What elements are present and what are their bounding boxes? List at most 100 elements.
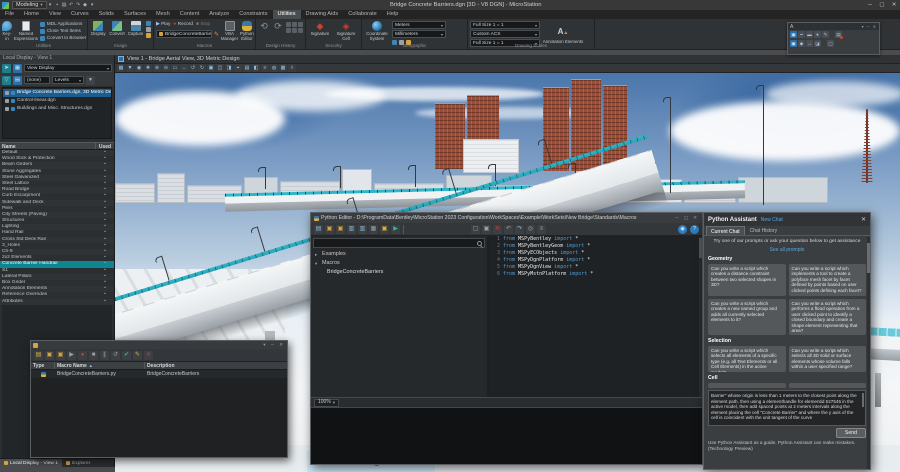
view-tool-icon[interactable]: ◧	[252, 64, 260, 72]
prompt-card[interactable]: Can you write a script which selects all…	[708, 346, 786, 372]
quick-access-icon[interactable]: ◆	[82, 2, 89, 8]
reference-tree-item[interactable]: Control-linear.dgn	[3, 97, 111, 105]
editor-search-input[interactable]	[313, 238, 485, 248]
filter-select[interactable]: (none)	[24, 76, 50, 84]
prompt-card[interactable]: Can you write a script which implements …	[789, 264, 867, 296]
editor-tool-icon[interactable]: ↷	[515, 225, 524, 234]
ribbon-tab[interactable]: Solids	[94, 10, 119, 19]
record-button[interactable]: ● Record	[173, 22, 193, 27]
display-mode-icon[interactable]: ▦	[13, 64, 22, 73]
toolbox-tool-icon[interactable]: ▣	[790, 31, 797, 38]
view-tool-icon[interactable]: ◉	[135, 64, 143, 72]
editor-tool-icon[interactable]: ✕	[493, 225, 502, 234]
assistant-scrollbar[interactable]	[867, 237, 870, 469]
macros-tool-icon[interactable]: ●	[78, 351, 87, 360]
tree-node-macros[interactable]: ▾Macros	[311, 259, 487, 268]
minimize-icon[interactable]: ─	[864, 0, 876, 10]
workflow-selector[interactable]: Modeling ▾	[12, 1, 47, 9]
send-view-icon[interactable]: ➤	[2, 64, 11, 73]
image-convert-button[interactable]: Convert	[109, 20, 126, 37]
geographic-unit-select-2[interactable]: Millimeters▾	[392, 30, 446, 38]
toolbox-tool-icon[interactable]: ●	[814, 31, 821, 38]
reference-tree-item[interactable]: Buildings and Misc. Structures.dgn	[3, 105, 111, 113]
editor-tool-icon[interactable]: ▥	[358, 225, 367, 234]
view-tool-icon[interactable]: ⌖	[234, 64, 242, 72]
history-tool-icon[interactable]	[292, 22, 297, 27]
levels-select[interactable]: Levels▾	[52, 76, 84, 84]
macro-row[interactable]: BridgeConcreteBarriers.py BridgeConcrete…	[31, 370, 287, 378]
ribbon-tab[interactable]: Content	[175, 10, 205, 19]
toolbox-tool-icon[interactable]: ↔	[806, 40, 813, 47]
code-editor[interactable]: 1fromMSPyBentleyimport* 2fromMSPyBentley…	[489, 236, 702, 397]
quick-access-icon[interactable]: ↶	[68, 2, 75, 8]
toolbox-window-controls[interactable]: ▾ ─ ✕	[862, 24, 877, 29]
toolbox-tool-icon[interactable]: ◪	[814, 40, 821, 47]
ribbon-tab[interactable]: Home	[19, 10, 44, 19]
new-chat-link[interactable]: New Chat	[761, 217, 783, 223]
macros-tool-icon[interactable]: ▶	[67, 351, 76, 360]
editor-tool-icon[interactable]: ▢	[471, 225, 480, 234]
dock-tab[interactable]: Local Display - View 1	[0, 459, 62, 467]
send-button[interactable]: Send	[836, 428, 866, 438]
toolbox-tool-icon[interactable]: ▬	[806, 31, 813, 38]
view-tool-icon[interactable]: ≡	[261, 64, 269, 72]
history-tool-icon[interactable]	[292, 28, 297, 33]
description-column-header[interactable]: Description	[145, 362, 287, 369]
prompt-card[interactable]	[789, 383, 867, 388]
python-assistant-launcher-icon[interactable]: ◉	[678, 225, 687, 234]
view-tool-icon[interactable]: ▣	[207, 64, 215, 72]
input-scrollbar[interactable]	[862, 393, 864, 407]
macros-dialog-titlebar[interactable]: ▾ ─ ✕	[31, 341, 287, 349]
view-tool-icon[interactable]: ⊕	[153, 64, 161, 72]
editor-tool-icon[interactable]: ▣	[325, 225, 334, 234]
python-editor-button[interactable]: Python Editor	[240, 20, 254, 42]
design-history-commit-button[interactable]: ⟲	[258, 20, 270, 31]
ribbon-tab[interactable]: Help	[382, 10, 404, 19]
help-icon[interactable]: ?	[690, 225, 699, 234]
view-tool-icon[interactable]: ✚	[144, 64, 152, 72]
view-titlebar[interactable]: View 1 - Bridge Aerial View, 3D Metric D…	[115, 55, 900, 64]
view-display-select[interactable]: View Display▾	[24, 64, 112, 72]
ribbon-tab[interactable]: Drawing Aids	[301, 10, 344, 19]
macro-select[interactable]: BridgeConcreteBarriers ▾	[156, 30, 212, 38]
history-tool-icon[interactable]	[298, 22, 303, 27]
view-tool-icon[interactable]: ◍	[270, 64, 278, 72]
zoom-level-select[interactable]: 100%▾	[314, 399, 339, 407]
editor-tool-icon[interactable]: ▣	[336, 225, 345, 234]
ribbon-tab[interactable]: Utilities	[273, 10, 301, 19]
type-column-header[interactable]: Type	[31, 362, 55, 369]
tree-node-macro-file[interactable]: BridgeConcreteBarriers	[311, 268, 487, 277]
signature-cell-button[interactable]: ◈ Signature Cell	[334, 20, 358, 42]
editor-window-controls[interactable]: ─ ▢ ✕	[675, 215, 699, 221]
editor-tool-icon[interactable]: ◎	[526, 225, 535, 234]
utilities-menu-item[interactable]: MDL Applications	[40, 21, 86, 27]
quick-access-icon[interactable]: ▪	[54, 2, 61, 8]
coordinate-system-button[interactable]: Coordinate System	[364, 20, 390, 42]
tree-node-examples[interactable]: ▸Examples	[311, 250, 487, 259]
floating-toolbox-titlebar[interactable]: A▾ ─ ✕	[788, 23, 879, 30]
history-tool-icon[interactable]	[286, 22, 291, 27]
ribbon-tab[interactable]: File	[0, 10, 19, 19]
view-tool-icon[interactable]: ▦	[117, 64, 125, 72]
ribbon-tab[interactable]: Mesh	[151, 10, 175, 19]
prompt-card[interactable]	[708, 383, 786, 388]
view-tool-icon[interactable]: ▩	[279, 64, 287, 72]
reference-tree-item[interactable]: Bridge Concrete Barriers.dgn, 3D Metric …	[3, 89, 111, 97]
dock-tab[interactable]: Explorer	[62, 459, 94, 467]
toolbox-tool-icon[interactable]: ◆	[798, 40, 805, 47]
view-tool-icon[interactable]: ↺	[189, 64, 197, 72]
ribbon-tab[interactable]: Constraints	[234, 10, 272, 19]
geographic-unit-select-1[interactable]: Meters▾	[392, 21, 446, 29]
annotation-elements-button[interactable]: A▲ Annotation Elements	[542, 20, 584, 45]
close-icon[interactable]: ✕	[888, 0, 900, 10]
editor-tool-icon[interactable]: ▥	[347, 225, 356, 234]
editor-tool-icon[interactable]: ▤	[314, 225, 323, 234]
macros-tool-icon[interactable]: ∥	[100, 351, 109, 360]
editor-tool-icon[interactable]: ▣	[380, 225, 389, 234]
editor-tool-icon[interactable]: ▦	[369, 225, 378, 234]
macros-tool-icon[interactable]: ▣	[56, 351, 65, 360]
ribbon-tab[interactable]: Analyze	[204, 10, 234, 19]
maximize-icon[interactable]: ▢	[876, 0, 888, 10]
history-tool-icon[interactable]	[286, 28, 291, 33]
vba-manager-button[interactable]: VBA Manager	[221, 20, 238, 42]
